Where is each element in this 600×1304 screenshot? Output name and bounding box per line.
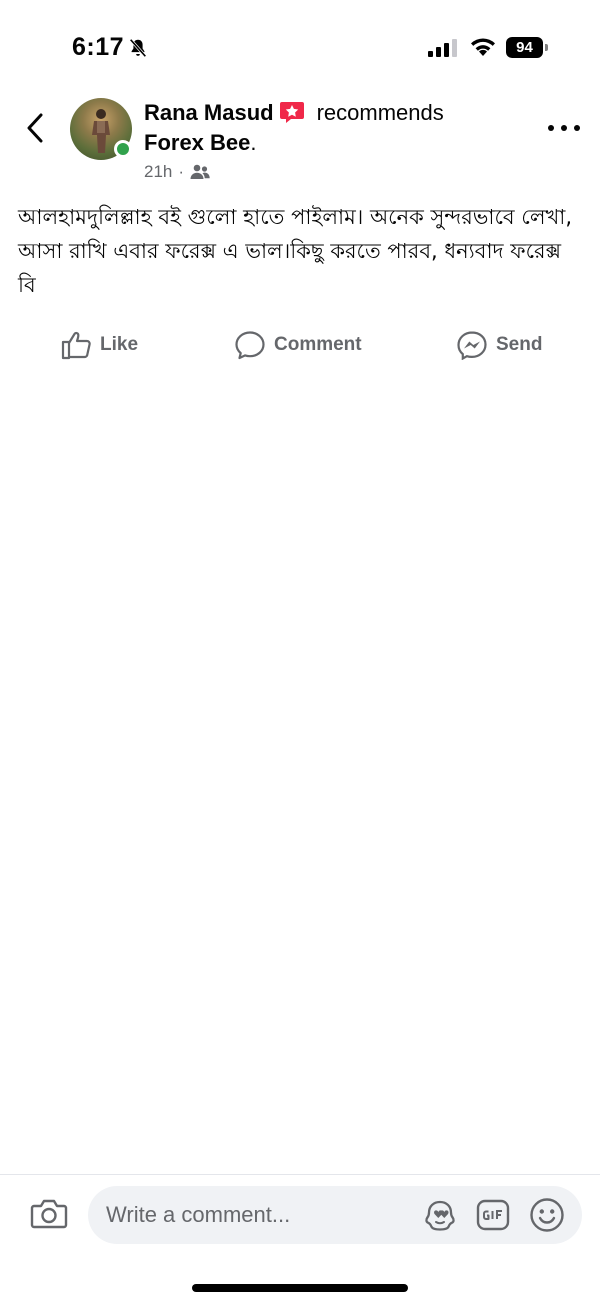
composer-divider <box>0 1174 600 1175</box>
avatar-photo <box>92 109 110 153</box>
more-options-button[interactable] <box>548 118 580 138</box>
battery-level: 94 <box>506 37 543 58</box>
emoji-icon[interactable] <box>529 1197 565 1233</box>
author-name[interactable]: Rana Masud <box>144 100 274 126</box>
like-button[interactable]: Like <box>60 322 138 368</box>
page-name-suffix: . <box>250 130 257 155</box>
thumbs-up-icon <box>61 331 91 360</box>
send-button[interactable]: Send <box>456 322 542 368</box>
post-action-bar: Like Comment Send <box>0 322 600 368</box>
meta-separator: · <box>178 162 185 181</box>
post-timestamp[interactable]: 21h <box>144 162 172 182</box>
author-avatar[interactable] <box>70 98 132 160</box>
status-time: 6:17 <box>72 33 125 61</box>
recommend-badge-icon <box>279 101 304 123</box>
comment-input[interactable] <box>106 1186 406 1244</box>
recommends-text: recommends <box>316 100 444 125</box>
more-dot <box>548 125 554 131</box>
comment-bubble-icon <box>235 331 265 360</box>
camera-button[interactable] <box>30 1196 68 1232</box>
bell-off-icon <box>129 38 147 58</box>
gif-icon[interactable] <box>476 1199 510 1231</box>
battery-indicator: 94 <box>506 37 548 58</box>
avatar-sticker-icon[interactable] <box>422 1199 458 1231</box>
chevron-left-icon <box>27 113 43 143</box>
messenger-icon <box>457 331 487 360</box>
post-body-text: আলহামদুলিল্লাহ বই গুলো হাতে পাইলাম। অনেক… <box>18 205 573 297</box>
online-status-dot <box>114 140 132 158</box>
cellular-signal-icon <box>428 39 457 57</box>
like-label: Like <box>100 334 139 355</box>
wifi-icon <box>471 38 495 56</box>
camera-icon <box>30 1199 68 1229</box>
home-indicator <box>192 1284 408 1292</box>
friends-icon <box>190 164 210 179</box>
more-dot <box>561 125 567 131</box>
comment-composer <box>88 1186 582 1244</box>
battery-tip <box>545 44 548 51</box>
status-bar: 6:17 94 <box>0 0 600 90</box>
comment-button[interactable]: Comment <box>234 322 362 368</box>
page-name[interactable]: Forex Bee <box>144 130 250 155</box>
post-header: Rana Masud recommends Forex Bee. 21h · <box>144 98 484 184</box>
comment-label: Comment <box>274 334 362 355</box>
more-dot <box>574 125 580 131</box>
send-label: Send <box>496 334 543 355</box>
back-button[interactable] <box>18 108 52 148</box>
